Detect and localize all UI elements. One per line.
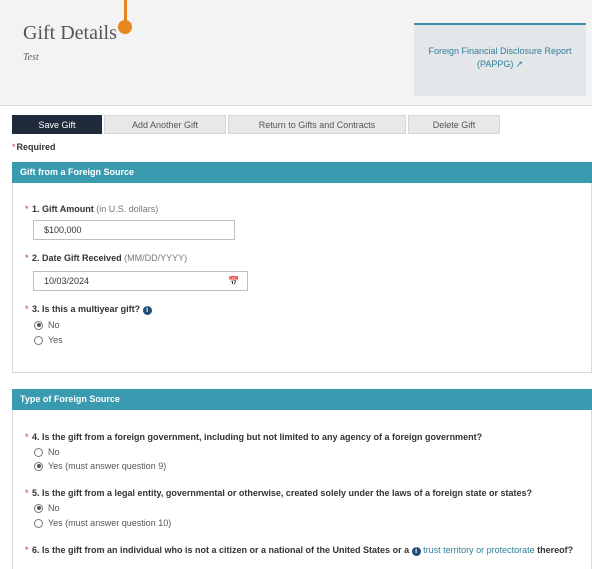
radio-button[interactable]	[34, 335, 43, 345]
section-gift-from-foreign-source: * 1. Gift Amount (in U.S. dollars) $100,…	[12, 183, 592, 373]
q5-option-yes[interactable]: Yes (must answer question 10)	[34, 518, 171, 528]
report-link-label: Foreign Financial Disclosure Report (PAP…	[428, 46, 572, 69]
pointer-marker-line	[124, 0, 127, 22]
q3-label: * 3. Is this a multiyear gift? i	[25, 304, 152, 315]
external-link-icon: ↗	[515, 59, 523, 69]
action-toolbar: Save Gift Add Another Gift Return to Gif…	[12, 115, 502, 134]
info-icon[interactable]: i	[142, 306, 152, 315]
radio-button[interactable]	[34, 447, 43, 457]
info-icon[interactable]: i	[411, 547, 421, 556]
q1-label: * 1. Gift Amount (in U.S. dollars)	[25, 204, 159, 214]
gift-amount-input[interactable]: $100,000	[33, 220, 235, 240]
radio-button[interactable]	[34, 518, 43, 528]
return-to-gifts-button[interactable]: Return to Gifts and Contracts	[228, 115, 406, 134]
radio-button[interactable]	[34, 461, 43, 471]
q5-option-no[interactable]: No	[34, 503, 60, 513]
q3-option-no[interactable]: No	[34, 320, 60, 330]
required-note: *Required	[12, 142, 56, 152]
q4-option-yes[interactable]: Yes (must answer question 9)	[34, 461, 166, 471]
q4-option-no[interactable]: No	[34, 447, 60, 457]
required-label: Required	[16, 142, 56, 152]
add-another-gift-button[interactable]: Add Another Gift	[104, 115, 226, 134]
calendar-icon[interactable]: 📅	[228, 276, 239, 287]
trust-territory-link[interactable]: trust territory or protectorate	[423, 545, 535, 555]
foreign-financial-disclosure-link[interactable]: Foreign Financial Disclosure Report (PAP…	[414, 23, 586, 96]
section-type-of-foreign-source-header: Type of Foreign Source	[12, 389, 592, 410]
q6-label: * 6. Is the gift from an individual who …	[25, 545, 574, 556]
delete-gift-button[interactable]: Delete Gift	[408, 115, 500, 134]
section-gift-from-foreign-source-header: Gift from a Foreign Source	[12, 162, 592, 183]
q4-label: * 4. Is the gift from a foreign governme…	[25, 432, 483, 442]
section-type-of-foreign-source: * 4. Is the gift from a foreign governme…	[12, 410, 592, 569]
save-gift-button[interactable]: Save Gift	[12, 115, 102, 134]
page-subtitle: Test	[23, 52, 39, 63]
radio-button[interactable]	[34, 503, 43, 513]
page-title: Gift Details	[23, 22, 117, 44]
q5-label: * 5. Is the gift from a legal entity, go…	[25, 488, 532, 498]
q3-option-yes[interactable]: Yes	[34, 335, 63, 345]
radio-button[interactable]	[34, 320, 43, 330]
pointer-marker	[118, 20, 132, 34]
page-header: Gift Details Test Foreign Financial Disc…	[0, 0, 592, 106]
date-received-input[interactable]: 10/03/2024	[33, 271, 248, 291]
q2-label: * 2. Date Gift Received (MM/DD/YYYY)	[25, 253, 188, 263]
